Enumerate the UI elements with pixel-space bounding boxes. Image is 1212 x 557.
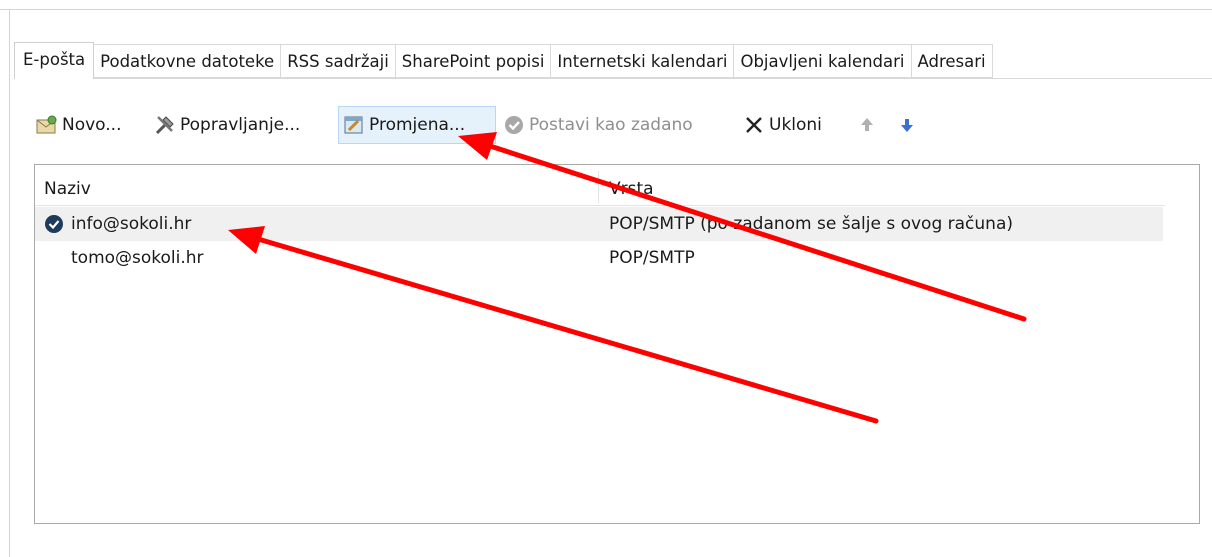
- change-icon: [344, 116, 363, 134]
- column-header-type[interactable]: Vrsta: [609, 169, 654, 205]
- tab-address-books[interactable]: Adresari: [911, 44, 993, 78]
- remove-button[interactable]: Ukloni: [743, 106, 822, 144]
- move-up-button[interactable]: [856, 106, 882, 144]
- default-check-icon: [45, 215, 63, 233]
- repair-tools-icon: [155, 116, 174, 135]
- account-name: info@sokoli.hr: [71, 214, 192, 234]
- new-button-label: Novo...: [62, 115, 122, 135]
- tab-sharepoint-lists[interactable]: SharePoint popisi: [395, 44, 552, 78]
- column-header-name[interactable]: Naziv: [44, 169, 91, 205]
- move-up-icon: [861, 118, 873, 131]
- account-row-info[interactable]: info@sokoli.hr POP/SMTP (po zadanom se š…: [35, 207, 1163, 241]
- window-top-edge: [0, 0, 1212, 10]
- tab-data-files[interactable]: Podatkovne datoteke: [94, 44, 282, 78]
- account-type: POP/SMTP: [609, 248, 695, 268]
- tab-divider: [14, 78, 1212, 79]
- remove-x-icon: [746, 117, 762, 133]
- account-name: tomo@sokoli.hr: [71, 248, 204, 268]
- move-down-icon: [901, 119, 913, 132]
- tab-email[interactable]: E-pošta: [14, 42, 95, 79]
- set-default-check-icon: [505, 116, 523, 134]
- account-settings-tabs: E-pošta Podatkovne datoteke RSS sadržaji…: [14, 42, 993, 79]
- change-button-label: Promjena...: [369, 115, 466, 135]
- account-list[interactable]: Naziv Vrsta info@sokoli.hr POP/SMTP (po …: [34, 164, 1200, 524]
- change-button[interactable]: Promjena...: [338, 106, 496, 144]
- tab-internet-calendars[interactable]: Internetski kalendari: [551, 44, 735, 78]
- new-mail-icon: [36, 115, 57, 134]
- tab-published-calendars[interactable]: Objavljeni kalendari: [734, 44, 912, 78]
- window-left-edge: [0, 9, 10, 557]
- set-default-button[interactable]: Postavi kao zadano: [503, 106, 693, 144]
- account-row-tomo[interactable]: tomo@sokoli.hr POP/SMTP: [35, 241, 1163, 275]
- account-type: POP/SMTP (po zadanom se šalje s ovog rač…: [609, 214, 1013, 234]
- repair-button[interactable]: Popravljanje...: [154, 106, 300, 144]
- column-separator[interactable]: [598, 171, 599, 203]
- move-down-button[interactable]: [896, 106, 922, 144]
- tab-rss-feeds[interactable]: RSS sadržaji: [281, 44, 396, 78]
- list-header: Naziv Vrsta: [35, 169, 1165, 206]
- new-button[interactable]: Novo...: [36, 106, 122, 144]
- set-default-button-label: Postavi kao zadano: [529, 115, 693, 135]
- remove-button-label: Ukloni: [769, 115, 822, 135]
- repair-button-label: Popravljanje...: [180, 115, 301, 135]
